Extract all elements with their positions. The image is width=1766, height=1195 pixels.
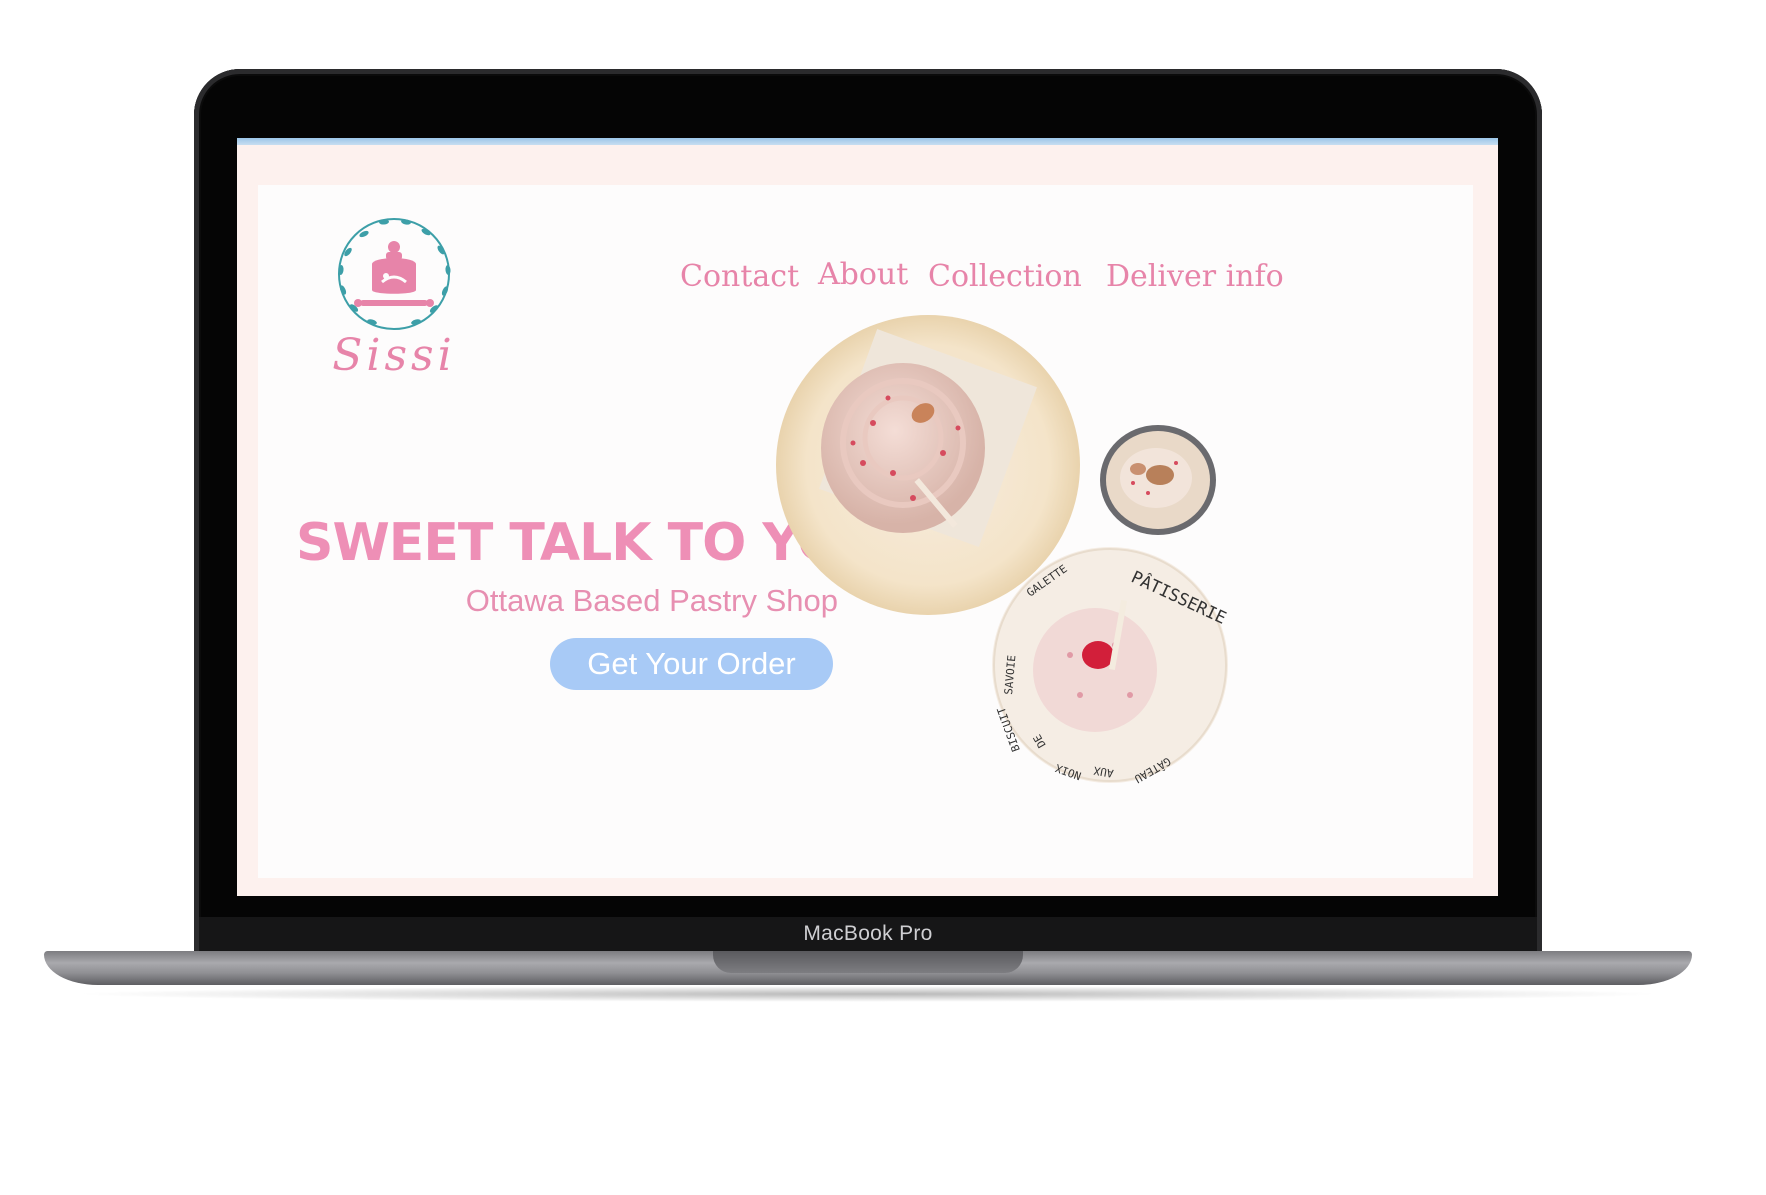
cake-photo-plate: PÂTISSERIE GALETTE SAVOIE BISCUIT DE NOI… (992, 547, 1230, 785)
get-order-button[interactable]: Get Your Order (550, 638, 833, 690)
laptop-screen: Sissi Contact About Collection Deliver i… (237, 138, 1498, 896)
cake-photo-small (1100, 425, 1216, 535)
browser-top-bar (237, 138, 1498, 145)
nav-deliver-info[interactable]: Deliver info (1106, 259, 1284, 294)
nav-collection[interactable]: Collection (928, 259, 1082, 294)
device-model-label: MacBook Pro (803, 922, 933, 945)
nav-contact[interactable]: Contact (680, 259, 799, 294)
website-page: Sissi Contact About Collection Deliver i… (258, 185, 1473, 878)
cake-logo-icon (338, 218, 451, 330)
laptop-notch (713, 951, 1023, 973)
nav-about[interactable]: About (818, 257, 908, 292)
logo-wordmark: Sissi (332, 330, 456, 381)
site-logo[interactable]: Sissi (326, 212, 462, 381)
laptop-shadow (70, 986, 1666, 1002)
